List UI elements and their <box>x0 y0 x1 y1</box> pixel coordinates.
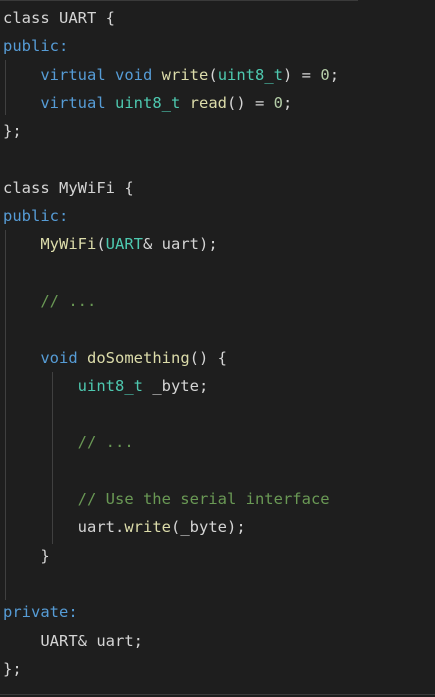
code-token: public: <box>3 207 69 226</box>
code-token: () = <box>227 93 274 112</box>
code-token: public: <box>3 37 69 56</box>
code-line[interactable] <box>3 259 339 287</box>
code-line[interactable]: }; <box>3 655 339 683</box>
code-token: 0 <box>273 93 284 112</box>
code-token: void <box>40 348 78 367</box>
code-token: uart. <box>3 518 125 537</box>
code-token: ( <box>96 235 106 254</box>
code-line[interactable]: private: <box>3 598 339 626</box>
code-token: _byte; <box>142 376 209 395</box>
code-line[interactable]: class MyWiFi { <box>3 174 339 202</box>
code-block[interactable]: class UART {public: virtual void write(u… <box>3 4 339 683</box>
code-line[interactable]: // Use the serial interface <box>3 485 339 513</box>
code-token: }; <box>3 659 22 678</box>
editor-bottom-border <box>0 694 435 695</box>
code-token: 0 <box>320 65 330 84</box>
code-line[interactable]: uart.write(_byte); <box>3 513 339 541</box>
code-line[interactable]: // ... <box>3 287 339 315</box>
code-token: // Use the serial interface <box>77 490 330 509</box>
code-token: & uart); <box>143 235 218 254</box>
code-line[interactable]: public: <box>3 32 339 60</box>
code-token: UART& uart; <box>3 631 143 650</box>
code-line[interactable]: void doSomething() { <box>3 344 339 372</box>
code-line[interactable] <box>3 315 339 343</box>
code-line[interactable] <box>3 457 339 485</box>
code-line[interactable]: }; <box>3 117 339 145</box>
code-token: class UART { <box>3 9 115 27</box>
code-token: ) = <box>283 65 321 84</box>
code-token: MyWiFi <box>40 235 97 254</box>
code-token: void <box>115 65 153 84</box>
code-line[interactable]: class UART { <box>3 4 339 32</box>
code-token: } <box>3 546 50 565</box>
code-token: virtual <box>40 65 106 84</box>
code-token: (_byte); <box>171 518 246 537</box>
code-token: () { <box>189 348 227 367</box>
code-token: UART <box>105 235 143 254</box>
code-line[interactable]: UART& uart; <box>3 627 339 655</box>
code-token: // ... <box>77 433 134 452</box>
code-line[interactable] <box>3 400 339 428</box>
code-line[interactable]: public: <box>3 202 339 230</box>
code-token: doSomething <box>87 348 190 367</box>
code-token: write <box>124 518 171 537</box>
code-line[interactable]: } <box>3 542 339 570</box>
code-editor[interactable]: class UART {public: virtual void write(u… <box>0 0 435 697</box>
code-token: uint8_t <box>77 376 143 395</box>
code-token: uint8_t <box>115 93 181 112</box>
code-token: }; <box>3 122 22 141</box>
code-token: read <box>189 93 227 112</box>
code-token: ; <box>329 65 340 84</box>
code-line[interactable]: virtual uint8_t read() = 0; <box>3 89 339 117</box>
code-line[interactable] <box>3 145 339 173</box>
code-token: private: <box>3 603 78 622</box>
code-line[interactable]: // ... <box>3 428 339 456</box>
code-token: ( <box>208 65 218 84</box>
code-token: virtual <box>40 93 106 112</box>
code-line[interactable]: MyWiFi(UART& uart); <box>3 230 339 258</box>
editor-top-border <box>0 0 358 1</box>
code-token: uint8_t <box>217 65 284 84</box>
code-token: class MyWiFi { <box>3 178 134 197</box>
code-token: // ... <box>40 291 97 310</box>
code-line[interactable]: virtual void write(uint8_t) = 0; <box>3 61 339 89</box>
code-line[interactable] <box>3 570 339 598</box>
code-line[interactable]: uint8_t _byte; <box>3 372 339 400</box>
code-token: ; <box>283 93 293 112</box>
code-token: write <box>161 65 209 84</box>
